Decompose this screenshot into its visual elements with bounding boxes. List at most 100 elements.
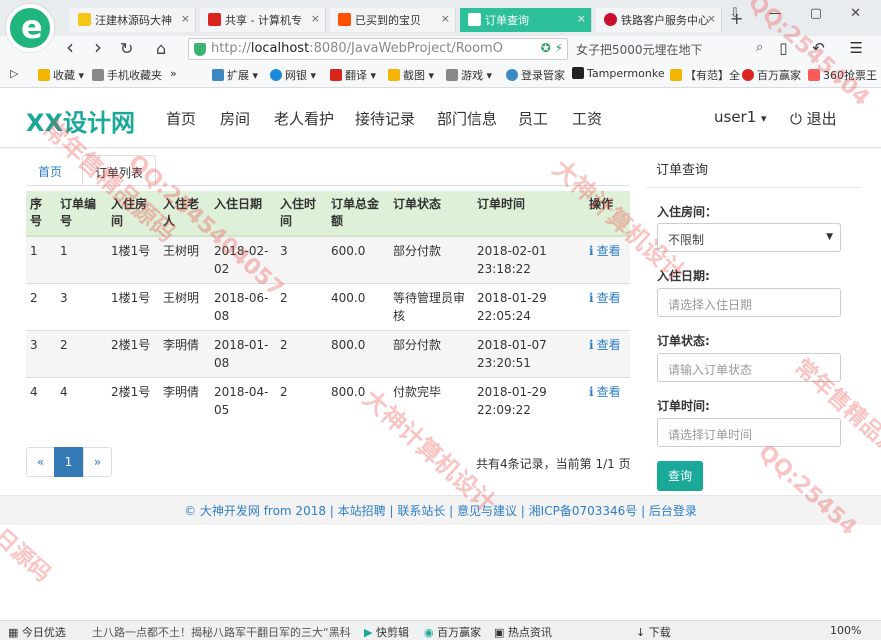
next-page-button[interactable]: » <box>83 447 112 477</box>
cell-room: 1楼1号 <box>107 235 159 284</box>
nav-item-staff[interactable]: 员工 <box>518 108 548 129</box>
status-today-picks[interactable]: ▦ 今日优选 <box>8 624 66 640</box>
nav-item-rooms[interactable]: 房间 <box>220 108 250 129</box>
download-icon: ↓ <box>636 626 649 639</box>
bookmark-item[interactable]: 登录管家 <box>506 67 565 83</box>
bookmark-overflow[interactable]: » <box>170 67 177 80</box>
cell-seq: 3 <box>26 330 56 378</box>
view-link[interactable]: i 查看 <box>589 385 621 399</box>
cell-status: 付款完毕 <box>389 377 473 424</box>
gamepad-icon <box>446 69 458 81</box>
status-winner[interactable]: ◉ 百万赢家 <box>424 624 481 640</box>
browser-tab-2[interactable]: 共享 - 计算机专 × <box>200 8 326 32</box>
url-host: localhost <box>250 41 310 56</box>
site-footer[interactable]: © 大神开发网 from 2018 | 本站招聘 | 联系站长 | 意见与建议 … <box>0 495 881 525</box>
share-icon <box>208 13 221 26</box>
status-download[interactable]: ↓ 下载 <box>636 624 671 640</box>
url-status-icons[interactable]: ✪ ⚡ <box>541 41 563 55</box>
bookmark-item[interactable]: 扩展 ▾ <box>212 67 258 83</box>
cell-actions: i 查看 <box>585 235 630 284</box>
table-row: 2 3 1楼1号 王树明 2018-06-08 2 400.0 等待管理员审核 … <box>26 283 630 331</box>
bookmark-item[interactable]: 游戏 ▾ <box>446 67 492 83</box>
browser-tab-1[interactable]: 汪建林源码大神 × <box>70 8 196 32</box>
translate-icon <box>330 69 342 81</box>
close-icon[interactable]: × <box>577 12 586 25</box>
table-row: 3 2 2楼1号 李明倩 2018-01-08 2 800.0 部分付款 201… <box>26 330 630 378</box>
circle-icon: ◉ <box>424 626 438 639</box>
bookmark-item[interactable]: 【有范】全 <box>670 67 740 83</box>
room-select[interactable]: 不限制 ▼ <box>657 223 841 252</box>
user-menu[interactable]: user1 ▾ <box>714 108 767 126</box>
record-summary: 共有4条记录，当前第 1/1 页 <box>476 457 631 471</box>
site-logo[interactable]: XX设计网 <box>26 103 135 138</box>
cell-order-no: 3 <box>56 283 107 331</box>
cell-elder: 王树明 <box>159 235 210 284</box>
order-time-input[interactable]: 请选择订单时间 <box>657 418 841 447</box>
nav-item-elder-care[interactable]: 老人看护 <box>274 108 334 129</box>
home-icon[interactable]: ⌂ <box>156 39 166 58</box>
status-label: 今日优选 <box>21 626 66 639</box>
status-zoom[interactable]: 100% <box>830 624 861 637</box>
tampermonkey-icon <box>572 67 584 79</box>
info-icon: i <box>589 385 594 399</box>
info-icon: i <box>589 338 594 352</box>
tab-label: 订单查询 <box>485 14 529 27</box>
prev-page-button[interactable]: « <box>26 447 55 477</box>
status-label: 下载 <box>648 626 671 639</box>
close-icon[interactable]: × <box>181 12 190 25</box>
bookmark-item[interactable]: 翻译 ▾ <box>330 67 376 83</box>
status-hotnews[interactable]: ▣ 热点资讯 <box>494 624 552 640</box>
tab-order-list[interactable]: 订单列表 <box>82 155 157 186</box>
status-clip[interactable]: ▶ 快剪辑 <box>364 624 409 640</box>
browser-tab-3[interactable]: 已买到的宝贝 × <box>330 8 456 32</box>
nav-item-departments[interactable]: 部门信息 <box>437 108 497 129</box>
browser-search-input[interactable]: 女子把5000元埋在地下 <box>572 38 772 60</box>
back-icon[interactable]: ‹ <box>66 35 74 59</box>
browser-tab-4[interactable]: 订单查询 × <box>460 8 592 32</box>
bookmark-item[interactable]: 截图 ▾ <box>388 67 434 83</box>
browser-tab-5[interactable]: 铁路客户服务中心 × <box>596 8 722 32</box>
search-icon[interactable]: ⌕ <box>756 40 763 55</box>
status-label: 热点资讯 <box>507 626 552 639</box>
bookmark-item[interactable]: 收藏 ▾ <box>38 67 84 83</box>
cell-elder: 李明倩 <box>159 330 210 378</box>
cell-room: 2楼1号 <box>107 377 159 424</box>
logout-button[interactable]: ⏻ 退出 <box>790 108 837 129</box>
tab-label: 已买到的宝贝 <box>355 14 421 27</box>
bookmark-label: 扩展 <box>227 69 249 82</box>
bookmark-label: 翻译 <box>345 69 367 82</box>
checkin-date-input[interactable]: 请选择入住日期 <box>657 288 841 317</box>
bookmark-item[interactable]: 手机收藏夹 <box>92 67 162 83</box>
page-1-button[interactable]: 1 <box>54 447 83 477</box>
nav-item-home[interactable]: 首页 <box>166 108 196 129</box>
tab-home[interactable]: 首页 <box>26 155 74 186</box>
tab-label: 汪建林源码大神 <box>95 14 172 27</box>
status-news-ticker[interactable]: 土八路一点都不土！揭秘八路军干翻日军的三大“黑科 <box>92 624 351 640</box>
bookmark-item[interactable]: 网银 ▾ <box>270 67 316 83</box>
bookmark-item[interactable]: Tampermonke <box>572 67 665 80</box>
time-label: 订单时间: <box>657 399 710 413</box>
window-controls[interactable]: ⇩ — ▢ ✕ <box>730 6 873 21</box>
sidebar-toggle-icon[interactable]: ▷ <box>10 67 18 80</box>
coin-icon <box>742 69 754 81</box>
order-status-input[interactable]: 请输入订单状态 <box>657 353 841 382</box>
close-icon[interactable]: × <box>707 12 716 25</box>
nav-item-salary[interactable]: 工资 <box>572 108 602 129</box>
view-link[interactable]: i 查看 <box>589 291 621 305</box>
browser-logo-icon[interactable]: e <box>6 4 54 52</box>
forward-icon[interactable]: › <box>94 35 102 59</box>
chevron-down-icon: ▼ <box>826 232 833 242</box>
close-icon[interactable]: × <box>441 12 450 25</box>
browser-menu-icons[interactable]: ▯ ↶ ☰ <box>779 39 873 57</box>
bookmark-item[interactable]: 百万赢家 <box>742 67 801 83</box>
cell-order-no: 1 <box>56 235 107 284</box>
view-link[interactable]: i 查看 <box>589 244 621 258</box>
browser-status-bar: ▦ 今日优选 土八路一点都不土！揭秘八路军干翻日军的三大“黑科 ▶ 快剪辑 ◉ … <box>0 620 881 640</box>
query-button[interactable]: 查询 <box>657 461 703 491</box>
close-icon[interactable]: × <box>311 12 320 25</box>
view-link[interactable]: i 查看 <box>589 338 621 352</box>
nav-item-reception[interactable]: 接待记录 <box>355 108 415 129</box>
reload-icon[interactable]: ↻ <box>120 39 133 58</box>
address-bar[interactable]: http://localhost:8080/JavaWebProject/Roo… <box>188 38 568 60</box>
bookmark-item[interactable]: 360抢票王 <box>808 67 877 83</box>
